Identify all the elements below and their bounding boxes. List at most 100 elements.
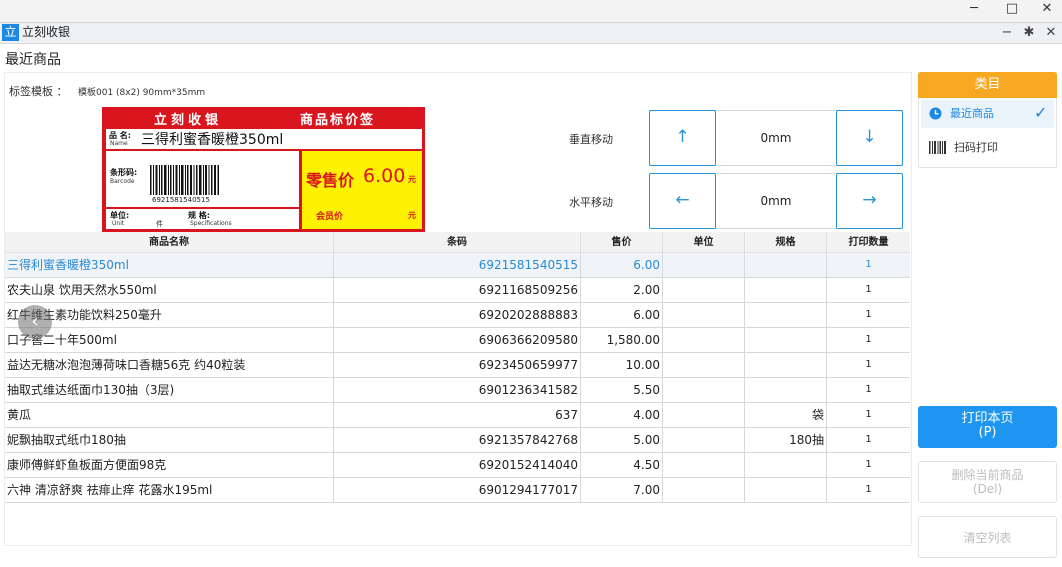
table-row[interactable]: 抽取式维达纸面巾130抽（3层) 6901236341582 5.50 1 <box>5 378 910 403</box>
cell-barcode: 6923450659977 <box>334 353 581 377</box>
delete-item-label: 删除当前商品 <box>951 468 1024 482</box>
price-label-preview: 立刻收银 商品标价签 品 名: Name 三得利蜜香暖橙350ml 条形码: B… <box>102 107 425 232</box>
app-minimize-button[interactable]: − <box>997 23 1017 43</box>
column-header-price[interactable]: 售价 <box>581 232 663 253</box>
cell-barcode: 6921168509256 <box>334 278 581 302</box>
pin-icon[interactable]: ✱ <box>1019 23 1039 43</box>
cell-print-qty[interactable]: 1 <box>827 453 910 477</box>
label-price-box: 零售价 6.00 元 会员价 元 <box>302 151 422 229</box>
label-unit-suffix: 件 <box>156 220 163 228</box>
app-close-button[interactable]: ✕ <box>1041 23 1061 43</box>
cell-spec <box>745 478 827 502</box>
column-header-unit[interactable]: 单位 <box>663 232 745 253</box>
cell-print-qty[interactable]: 1 <box>827 328 910 352</box>
cell-name: 康师傅鲜虾鱼板面方便面98克 <box>5 453 334 477</box>
check-icon: ✓ <box>1034 103 1048 122</box>
category-item-label: 最近商品 <box>950 107 994 120</box>
table-row[interactable]: 妮飘抽取式纸巾180抽 6921357842768 5.00 180抽 1 <box>5 428 910 453</box>
delete-item-shortcut: (Del) <box>972 482 1003 496</box>
category-item-scan-print[interactable]: 扫码打印 <box>921 134 1054 162</box>
label-barcode-number: 6921581540515 <box>152 196 210 204</box>
label-type: 商品标价签 <box>300 113 376 128</box>
category-header: 类目 <box>918 72 1057 98</box>
column-header-spec[interactable]: 规格 <box>745 232 827 253</box>
cell-barcode: 6920202888883 <box>334 303 581 327</box>
label-name-caption: 品 名: <box>109 131 131 140</box>
horizontal-move-label: 水平移动 <box>569 196 613 209</box>
label-unit-en: Unit <box>112 220 125 227</box>
chevron-left-icon[interactable]: ‹ <box>18 305 52 339</box>
cell-barcode: 6901294177017 <box>334 478 581 502</box>
table-row[interactable]: 黄瓜 637 4.00 袋 1 <box>5 403 910 428</box>
table-row[interactable]: 三得利蜜香暖橙350ml 6921581540515 6.00 1 <box>5 253 910 278</box>
cell-price: 7.00 <box>581 478 663 502</box>
horizontal-move-value[interactable]: 0mm <box>716 194 836 208</box>
move-left-button[interactable]: ← <box>649 173 716 229</box>
label-spec-caption: 规 格: <box>188 211 210 220</box>
barcode-graphic <box>150 165 219 195</box>
cell-unit <box>663 278 745 302</box>
table-row[interactable]: 康师傅鲜虾鱼板面方便面98克 6920152414040 4.50 1 <box>5 453 910 478</box>
clock-icon <box>929 107 942 120</box>
cell-barcode: 6920152414040 <box>334 453 581 477</box>
move-down-button[interactable]: ↓ <box>836 110 903 166</box>
cell-spec <box>745 278 827 302</box>
cell-spec: 180抽 <box>745 428 827 452</box>
page-title: 最近商品 <box>5 52 61 68</box>
move-up-button[interactable]: ↑ <box>649 110 716 166</box>
column-header-name[interactable]: 商品名称 <box>5 232 334 253</box>
cell-print-qty[interactable]: 1 <box>827 478 910 502</box>
label-unit-caption: 单位: <box>110 211 130 220</box>
cell-price: 2.00 <box>581 278 663 302</box>
cell-barcode: 6906366209580 <box>334 328 581 352</box>
column-header-print-qty[interactable]: 打印数量 <box>827 232 910 253</box>
cell-name: 三得利蜜香暖橙350ml <box>5 253 334 277</box>
column-header-barcode[interactable]: 条码 <box>334 232 581 253</box>
print-page-button[interactable]: 打印本页 (P) <box>918 406 1057 448</box>
cell-unit <box>663 453 745 477</box>
cell-unit <box>663 428 745 452</box>
cell-print-qty[interactable]: 1 <box>827 403 910 427</box>
cell-spec <box>745 353 827 377</box>
cell-spec <box>745 303 827 327</box>
move-right-button[interactable]: → <box>836 173 903 229</box>
cell-price: 6.00 <box>581 253 663 277</box>
template-value[interactable]: 模板001 (8x2) 90mm*35mm <box>78 85 205 98</box>
window-chrome: ─ □ ✕ <box>0 0 1062 22</box>
table-row[interactable]: 红牛维生素功能饮料250毫升 6920202888883 6.00 1 <box>5 303 910 328</box>
table-row[interactable]: 口子窖二十年500ml 6906366209580 1,580.00 1 <box>5 328 910 353</box>
cell-unit <box>663 253 745 277</box>
category-item-recent[interactable]: 最近商品 ✓ <box>921 100 1054 128</box>
cell-print-qty[interactable]: 1 <box>827 278 910 302</box>
cell-print-qty[interactable]: 1 <box>827 253 910 277</box>
table-row[interactable]: 六神 清凉舒爽 祛痱止痒 花露水195ml 6901294177017 7.00… <box>5 478 910 503</box>
cell-print-qty[interactable]: 1 <box>827 353 910 377</box>
cell-name: 六神 清凉舒爽 祛痱止痒 花露水195ml <box>5 478 334 502</box>
cell-price: 4.00 <box>581 403 663 427</box>
cell-spec <box>745 328 827 352</box>
table-row[interactable]: 农夫山泉 饮用天然水550ml 6921168509256 2.00 1 <box>5 278 910 303</box>
clear-list-button[interactable]: 清空列表 <box>918 516 1057 558</box>
cell-price: 4.50 <box>581 453 663 477</box>
label-unit-box: 单位: Unit 件 规 格: Specifications <box>106 209 299 229</box>
cell-print-qty[interactable]: 1 <box>827 378 910 402</box>
window-maximize-button[interactable]: □ <box>994 0 1030 20</box>
cell-unit <box>663 303 745 327</box>
barcode-icon <box>929 141 946 154</box>
delete-item-button[interactable]: 删除当前商品 (Del) <box>918 461 1057 503</box>
window-close-button[interactable]: ✕ <box>1029 0 1062 20</box>
cell-unit <box>663 478 745 502</box>
vertical-move-value[interactable]: 0mm <box>716 131 836 145</box>
label-barcode-en: Barcode <box>110 178 135 185</box>
table-row[interactable]: 益达无糖冰泡泡薄荷味口香糖56克 约40粒装 6923450659977 10.… <box>5 353 910 378</box>
cell-price: 6.00 <box>581 303 663 327</box>
cell-print-qty[interactable]: 1 <box>827 428 910 452</box>
cell-unit <box>663 353 745 377</box>
print-page-shortcut: (P) <box>978 425 997 440</box>
label-name-value: 三得利蜜香暖橙350ml <box>141 132 284 148</box>
window-minimize-button[interactable]: ─ <box>956 0 992 20</box>
cell-print-qty[interactable]: 1 <box>827 303 910 327</box>
cell-barcode: 6921357842768 <box>334 428 581 452</box>
app-logo-icon: 立 <box>2 24 19 41</box>
cell-unit <box>663 403 745 427</box>
